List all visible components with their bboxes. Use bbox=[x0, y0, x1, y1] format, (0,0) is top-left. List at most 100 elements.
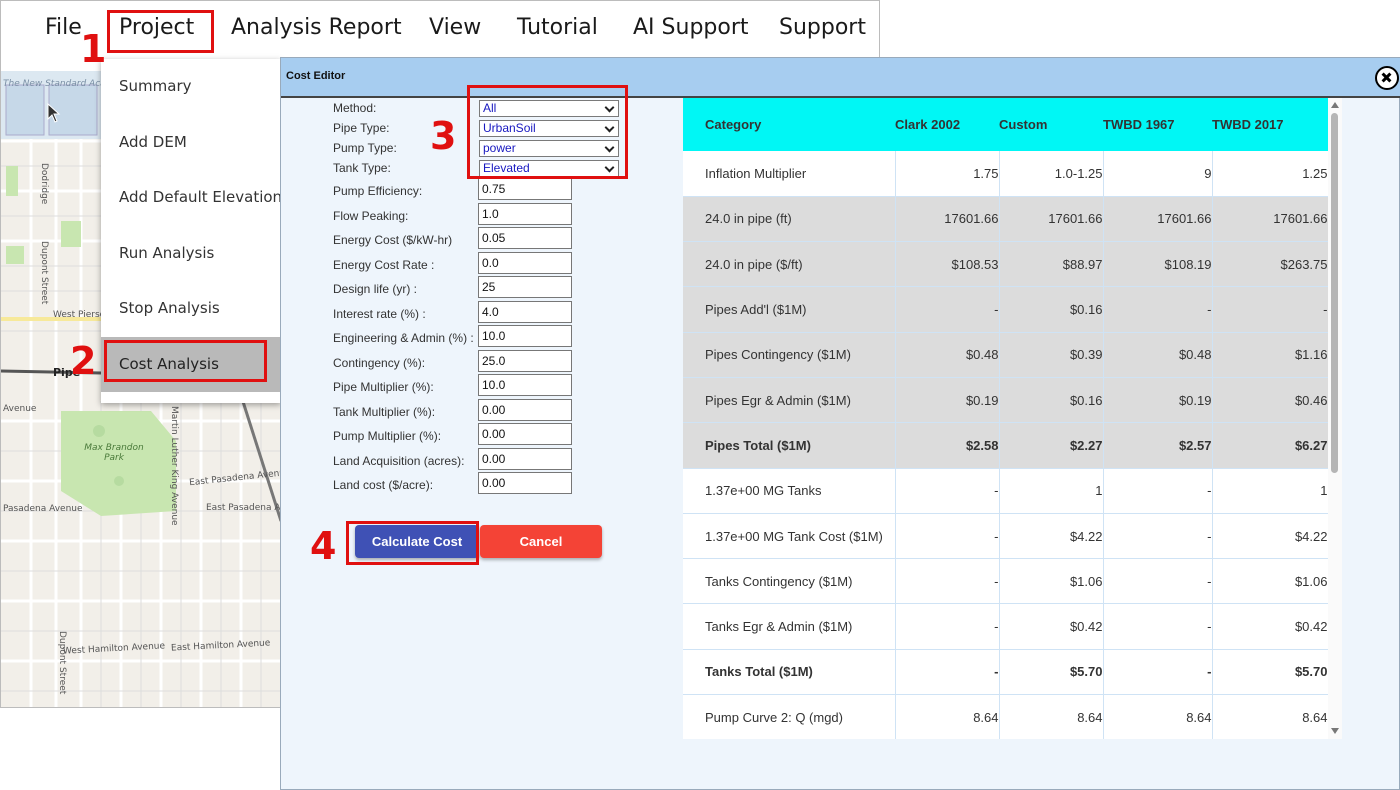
table-row: 24.0 in pipe (ft) 17601.66 17601.66 17601.6… bbox=[683, 196, 1328, 243]
map-label-mlk: Martin Luther King Avenue bbox=[169, 406, 179, 526]
table-cell-value: 8.64 bbox=[999, 694, 1104, 739]
menu-item-add-dem[interactable]: Add DEM bbox=[101, 115, 281, 170]
table-cell-category: Pipes Total ($1M) bbox=[683, 422, 896, 469]
table-cell-category: 1.37e+00 MG Tank Cost ($1M) bbox=[683, 513, 896, 560]
tank-multiplier-label: Tank Multiplier (%): bbox=[333, 405, 436, 419]
pipe-type-select[interactable]: UrbanSoil bbox=[479, 120, 619, 137]
pump-efficiency-input[interactable]: 0.75 bbox=[478, 178, 572, 200]
menu-ai-support[interactable]: AI Support bbox=[633, 15, 749, 40]
menu-item-cost-analysis[interactable]: Cost Analysis bbox=[101, 337, 281, 392]
tank-multiplier-input[interactable]: 0.00 bbox=[478, 399, 572, 421]
map-label-park: Max Brandon Park bbox=[84, 443, 144, 463]
table-cell-value: - bbox=[1103, 649, 1213, 696]
table-cell-value: - bbox=[1103, 513, 1213, 560]
pump-multiplier-input[interactable]: 0.00 bbox=[478, 423, 572, 445]
table-cell-value: - bbox=[895, 513, 1000, 560]
table-cell-category: Pipes Add'l ($1M) bbox=[683, 286, 896, 333]
table-cell-category: Tanks Contingency ($1M) bbox=[683, 558, 896, 605]
table-cell-value: $108.53 bbox=[895, 241, 1000, 288]
pump-type-label: Pump Type: bbox=[333, 141, 397, 155]
table-cell-value: 1 bbox=[999, 468, 1104, 514]
menu-project[interactable]: Project bbox=[119, 15, 194, 40]
annotation-number-1: 1 bbox=[80, 27, 107, 71]
menu-tutorial[interactable]: Tutorial bbox=[517, 15, 598, 40]
table-cell-value: - bbox=[895, 468, 1000, 514]
table-cell-category: Pump Curve 2: Q (mgd) bbox=[683, 694, 896, 739]
pump-type-select[interactable]: power bbox=[479, 140, 619, 157]
interest-rate-label: Interest rate (%) : bbox=[333, 307, 426, 321]
table-cell-value: 8.64 bbox=[895, 694, 1000, 739]
table-cell-value: $5.70 bbox=[1212, 649, 1328, 696]
scrollbar-thumb[interactable] bbox=[1331, 113, 1338, 473]
table-cell-value: 1.0-1.25 bbox=[999, 151, 1104, 197]
table-cell-value: $5.70 bbox=[999, 649, 1104, 696]
cancel-button[interactable]: Cancel bbox=[480, 525, 602, 558]
engineering-admin-input[interactable]: 10.0 bbox=[478, 325, 572, 347]
pipe-multiplier-input[interactable]: 10.0 bbox=[478, 374, 572, 396]
pump-efficiency-label: Pump Efficiency: bbox=[333, 184, 423, 198]
table-cell-value: $88.97 bbox=[999, 241, 1104, 288]
land-acquisition-input[interactable]: 0.00 bbox=[478, 448, 572, 470]
menu-analysis-report[interactable]: Analysis Report bbox=[231, 15, 402, 40]
table-cell-value: - bbox=[1103, 603, 1213, 650]
table-cell-value: - bbox=[895, 649, 1000, 696]
flow-peaking-label: Flow Peaking: bbox=[333, 209, 409, 223]
scroll-up-arrow-icon[interactable] bbox=[1331, 102, 1339, 108]
interest-rate-input[interactable]: 4.0 bbox=[478, 301, 572, 323]
menu-file[interactable]: File bbox=[45, 15, 82, 40]
tank-type-select[interactable]: Elevated bbox=[479, 160, 619, 177]
table-cell-value: $2.27 bbox=[999, 422, 1104, 469]
table-cell-value: 1.75 bbox=[895, 151, 1000, 197]
calculate-cost-button[interactable]: Calculate Cost bbox=[355, 525, 479, 558]
map-label-east-pasadena-2: East Pasadena Ave bbox=[206, 503, 281, 513]
table-cell-category: Pipes Contingency ($1M) bbox=[683, 332, 896, 378]
table-row: 1.37e+00 MG Tank Cost ($1M) - $4.22- $4.22 bbox=[683, 513, 1328, 560]
energy-cost-rate-input[interactable]: 0.0 bbox=[478, 252, 572, 274]
flow-peaking-input[interactable]: 1.0 bbox=[478, 203, 572, 225]
map-label-dodridge: Dodridge bbox=[39, 163, 49, 205]
table-cell-value: $2.58 bbox=[895, 422, 1000, 469]
method-select[interactable]: All bbox=[479, 100, 619, 117]
table-cell-value: 1.25 bbox=[1212, 151, 1328, 197]
table-scrollbar[interactable] bbox=[1328, 98, 1342, 739]
annotation-number-4: 4 bbox=[310, 524, 337, 568]
table-cell-value: $0.16 bbox=[999, 377, 1104, 424]
table-cell-value: 17601.66 bbox=[1103, 196, 1213, 243]
menubar: File Project Analysis Report View Tutori… bbox=[1, 1, 879, 59]
table-cell-value: - bbox=[1212, 286, 1328, 333]
table-cell-value: $263.75 bbox=[1212, 241, 1328, 288]
table-cell-value: $0.42 bbox=[999, 603, 1104, 650]
column-header-twbd-1967: TWBD 1967 bbox=[1103, 98, 1212, 151]
table-cell-value: - bbox=[895, 286, 1000, 333]
menu-item-summary[interactable]: Summary bbox=[101, 59, 281, 114]
table-cell-category: Tanks Total ($1M) bbox=[683, 649, 896, 696]
map-label-dupont: Dupont Street bbox=[39, 241, 49, 305]
table-cell-value: $0.46 bbox=[1212, 377, 1328, 424]
table-row: Tanks Egr & Admin ($1M) - $0.42- $0.42 bbox=[683, 603, 1328, 650]
menu-view[interactable]: View bbox=[429, 15, 481, 40]
column-header-category: Category bbox=[683, 98, 895, 151]
table-cell-category: 24.0 in pipe (ft) bbox=[683, 196, 896, 243]
table-cell-value: - bbox=[895, 603, 1000, 650]
contingency-input[interactable]: 25.0 bbox=[478, 350, 572, 372]
table-cell-category: Tanks Egr & Admin ($1M) bbox=[683, 603, 896, 650]
menu-item-run-analysis[interactable]: Run Analysis bbox=[101, 226, 281, 281]
design-life-input[interactable]: 25 bbox=[478, 276, 572, 298]
close-icon[interactable] bbox=[1375, 66, 1399, 90]
menu-item-stop-analysis[interactable]: Stop Analysis bbox=[101, 281, 281, 336]
menu-item-add-default-elevation[interactable]: Add Default Elevation bbox=[101, 170, 282, 225]
pipe-type-label: Pipe Type: bbox=[333, 121, 390, 135]
table-body: Inflation Multiplier 1.75 1.0-1.25 9 1.25 24.… bbox=[683, 151, 1328, 739]
menu-support[interactable]: Support bbox=[779, 15, 866, 40]
energy-cost-rate-label: Energy Cost Rate : bbox=[333, 258, 435, 272]
table-row: Tanks Total ($1M) - $5.70- $5.70 bbox=[683, 649, 1328, 696]
energy-cost-input[interactable]: 0.05 bbox=[478, 227, 572, 249]
table-row: Pipes Total ($1M) $2.58 $2.27 $2.57 $6.27 bbox=[683, 422, 1328, 469]
contingency-label: Contingency (%): bbox=[333, 356, 426, 370]
scroll-down-arrow-icon[interactable] bbox=[1331, 728, 1339, 734]
land-cost-input[interactable]: 0.00 bbox=[478, 472, 572, 494]
map-label-pasadena: Pasadena Avenue bbox=[3, 504, 83, 514]
table-cell-value: 1 bbox=[1212, 468, 1328, 514]
dialog-title: Cost Editor bbox=[286, 70, 346, 82]
table-row: Pipes Add'l ($1M) - $0.16- - bbox=[683, 286, 1328, 333]
